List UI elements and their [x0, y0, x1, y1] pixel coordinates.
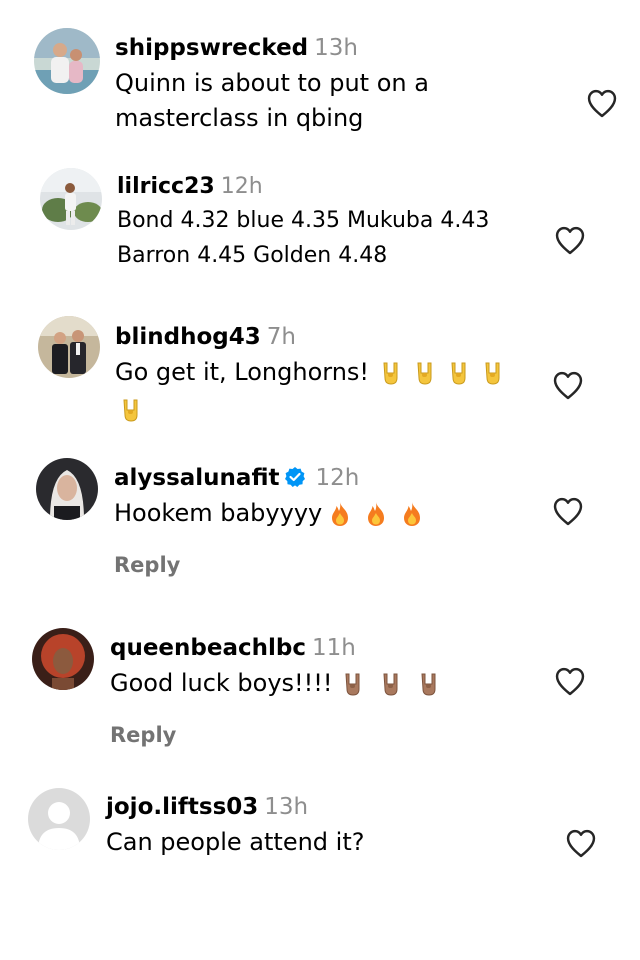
horns-sign-emoji [379, 360, 403, 386]
username[interactable]: lilricc23 [117, 174, 215, 199]
comment-header: jojo.liftss03 13h [106, 791, 364, 823]
user-avatar[interactable] [38, 316, 100, 378]
horns-sign-emoji [119, 397, 143, 423]
timestamp: 7h [266, 324, 296, 350]
comment-header: alyssalunafit 12h [114, 462, 424, 494]
fire-emoji [400, 500, 424, 528]
comment-text: Go get it, Longhorns! [115, 355, 515, 427]
like-heart-icon[interactable] [551, 496, 585, 526]
horns-sign-emoji [481, 360, 505, 386]
verified-badge-icon [284, 466, 306, 488]
like-heart-icon[interactable] [551, 370, 585, 400]
username[interactable]: queenbeachlbc [110, 635, 306, 661]
reply-button[interactable]: Reply [114, 553, 424, 577]
comment-text-line: Barron 4.45 Golden 4.48 [117, 243, 388, 268]
comment-text-content: Can people attend it? [106, 828, 365, 856]
timestamp: 12h [220, 174, 263, 199]
comment-text: Good luck boys!!!! [110, 666, 441, 701]
comment-text-line: Bond 4.32 blue 4.35 Mukuba 4.43 [117, 208, 490, 233]
like-heart-icon[interactable] [553, 666, 587, 696]
user-avatar[interactable] [32, 628, 94, 690]
horns-sign-emoji [447, 360, 471, 386]
like-heart-icon[interactable] [564, 828, 598, 858]
timestamp: 13h [264, 794, 309, 820]
comment-header: queenbeachlbc 11h [110, 632, 441, 664]
comment-text-line: masterclass in qbing [115, 104, 364, 132]
username[interactable]: jojo.liftss03 [106, 794, 258, 820]
user-avatar[interactable] [34, 28, 100, 94]
comment-text-content: Hookem babyyyy [114, 499, 323, 527]
user-avatar[interactable] [40, 168, 102, 230]
timestamp: 13h [314, 35, 358, 61]
like-heart-icon[interactable] [585, 88, 619, 118]
comment-text: Bond 4.32 blue 4.35 Mukuba 4.43 Barron 4… [117, 203, 489, 273]
like-heart-icon[interactable] [553, 225, 587, 255]
comment-text: Quinn is about to put on a masterclass i… [115, 66, 429, 136]
comment-text-content: Go get it, Longhorns! [115, 358, 370, 386]
username[interactable]: shippswrecked [115, 35, 308, 61]
horns-sign-emoji [413, 360, 437, 386]
comment-header: lilricc23 12h [117, 171, 489, 203]
fire-emoji [328, 500, 352, 528]
horns-sign-dark-emoji [417, 671, 441, 697]
username[interactable]: blindhog43 [115, 324, 261, 350]
comment-text-content: Good luck boys!!!! [110, 669, 333, 697]
comment-header: shippswrecked 13h [115, 32, 429, 64]
reply-button[interactable]: Reply [110, 723, 441, 747]
horns-sign-dark-emoji [379, 671, 403, 697]
timestamp: 11h [311, 635, 356, 661]
horns-sign-dark-emoji [341, 671, 365, 697]
username[interactable]: alyssalunafit [114, 465, 280, 491]
comment-text: Hookem babyyyy [114, 496, 424, 531]
comment-header: blindhog43 7h [115, 321, 515, 353]
comment-text-line: Quinn is about to put on a [115, 69, 429, 97]
timestamp: 12h [315, 465, 360, 491]
user-avatar[interactable] [36, 458, 98, 520]
fire-emoji [364, 500, 388, 528]
default-user-avatar[interactable] [28, 788, 90, 850]
comment-text: Can people attend it? [106, 825, 364, 860]
